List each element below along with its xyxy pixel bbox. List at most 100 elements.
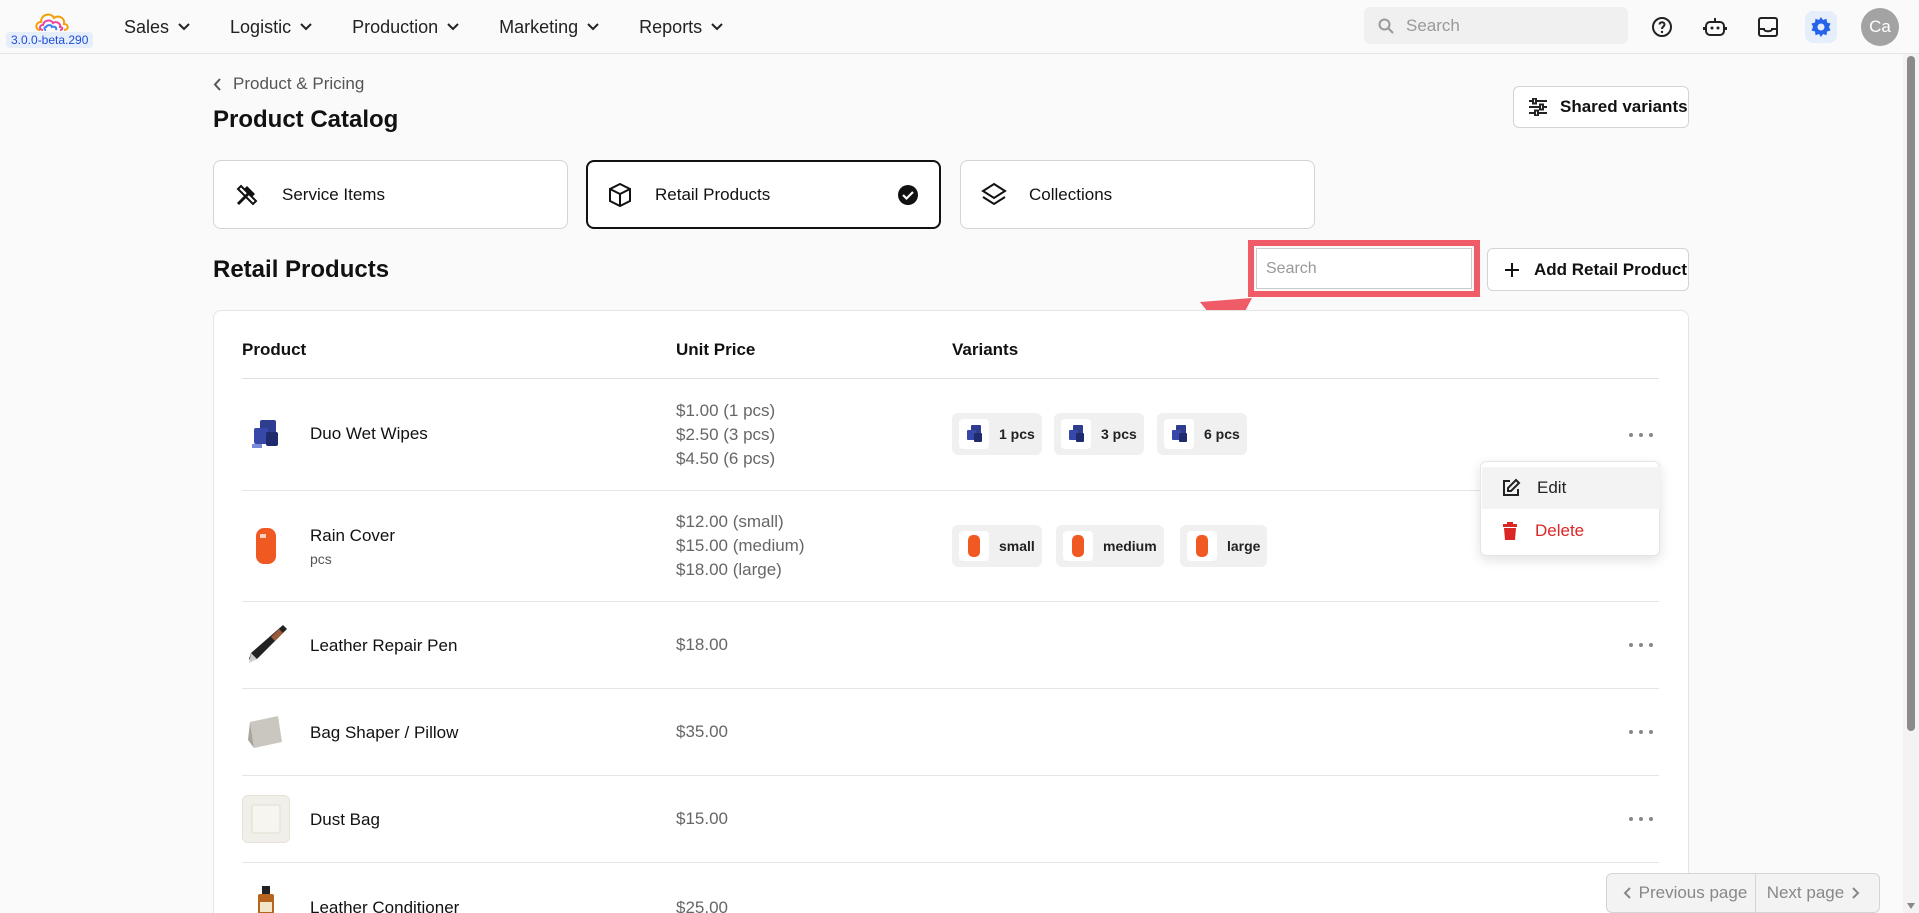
previous-page-label: Previous page	[1638, 883, 1748, 902]
price-line: $4.50 (6 pcs)	[676, 449, 776, 468]
nav-production[interactable]: Production	[352, 17, 459, 38]
dust-bag-image	[251, 804, 281, 834]
scrollbar-thumb[interactable]	[1907, 56, 1915, 731]
wet-wipes-image	[1069, 425, 1084, 442]
product-name[interactable]: Leather Conditioner	[310, 898, 459, 913]
chevron-left-icon	[1623, 887, 1631, 899]
assistant-button[interactable]	[1699, 11, 1731, 43]
delete-menu-item[interactable]: Delete	[1482, 510, 1660, 552]
category-service-items[interactable]: Service Items	[213, 160, 568, 229]
scroll-down-arrow-icon[interactable]	[1907, 903, 1915, 909]
product-name[interactable]: Leather Repair Pen	[310, 636, 457, 656]
robot-icon	[1703, 18, 1727, 36]
variant-label: small	[999, 538, 1035, 554]
help-icon	[1652, 17, 1672, 37]
rain-cover-image	[1196, 535, 1208, 557]
layers-icon	[981, 182, 1007, 205]
search-icon	[1378, 18, 1394, 34]
variant-chip[interactable]: small	[952, 525, 1042, 567]
column-header-variants: Variants	[952, 340, 1019, 359]
previous-page-button[interactable]: Previous page	[1607, 874, 1756, 912]
shared-variants-button[interactable]: Shared variants	[1513, 86, 1689, 128]
nav-marketing[interactable]: Marketing	[499, 17, 599, 38]
row-actions-button[interactable]	[1629, 813, 1653, 825]
page-scrollbar[interactable]	[1903, 54, 1919, 913]
variant-chip[interactable]: 3 pcs	[1054, 413, 1144, 455]
row-divider	[242, 490, 1659, 491]
variant-thumbnail	[1187, 531, 1217, 561]
column-header-unit-price: Unit Price	[676, 340, 756, 359]
chevron-down-icon	[447, 23, 459, 31]
product-thumbnail	[242, 708, 290, 756]
wet-wipes-image	[1172, 425, 1187, 442]
row-actions-button[interactable]	[1629, 639, 1653, 651]
user-avatar[interactable]: Ca	[1861, 8, 1899, 46]
variant-chip[interactable]: large	[1180, 525, 1268, 567]
cloud-logo-icon	[35, 13, 69, 31]
product-thumbnail	[242, 410, 290, 458]
gear-icon	[1811, 17, 1831, 37]
box-icon	[609, 182, 631, 207]
variant-thumbnail	[1061, 419, 1091, 449]
main-nav: Sales Logistic Production Marketing Repo…	[124, 0, 763, 54]
category-retail-products[interactable]: Retail Products	[586, 160, 941, 229]
nav-label: Logistic	[230, 16, 292, 37]
next-page-label: Next page	[1766, 883, 1845, 902]
nav-label: Sales	[124, 16, 170, 37]
help-button[interactable]	[1646, 11, 1678, 43]
product-thumbnail	[242, 620, 290, 668]
variant-thumbnail	[959, 419, 989, 449]
shared-variants-label: Shared variants	[1560, 97, 1688, 116]
check-circle-icon	[898, 185, 918, 205]
product-search-input[interactable]	[1256, 248, 1472, 289]
page-title: Product Catalog	[213, 106, 399, 133]
edit-menu-item[interactable]: Edit	[1482, 467, 1660, 509]
variant-chip[interactable]: 6 pcs	[1157, 413, 1247, 455]
category-collections[interactable]: Collections	[960, 160, 1315, 229]
product-name[interactable]: Dust Bag	[310, 810, 380, 830]
breadcrumb[interactable]: Product & Pricing	[213, 74, 364, 94]
product-name[interactable]: Bag Shaper / Pillow	[310, 723, 458, 743]
settings-button[interactable]	[1805, 11, 1837, 43]
header-divider	[242, 378, 1659, 379]
product-thumbnail	[242, 880, 290, 913]
add-retail-product-button[interactable]: Add Retail Product	[1487, 248, 1689, 291]
next-page-button[interactable]: Next page	[1756, 874, 1879, 912]
nav-logistic[interactable]: Logistic	[230, 17, 312, 38]
product-prices: $35.00	[676, 720, 728, 744]
product-thumbnail	[242, 795, 290, 843]
row-actions-button[interactable]	[1629, 726, 1653, 738]
chevron-down-icon	[300, 23, 312, 31]
version-badge: 3.0.0-beta.290	[6, 32, 94, 48]
nav-sales[interactable]: Sales	[124, 17, 190, 38]
row-divider	[242, 688, 1659, 689]
global-search-input[interactable]: Search	[1364, 7, 1628, 44]
nav-label: Production	[352, 16, 439, 37]
category-label: Collections	[1029, 184, 1113, 204]
app-logo[interactable]: 3.0.0-beta.290	[6, 6, 98, 50]
variant-chip[interactable]: medium	[1056, 525, 1164, 567]
product-name[interactable]: Duo Wet Wipes	[310, 424, 428, 444]
variant-label: 6 pcs	[1204, 426, 1240, 442]
products-table	[213, 310, 1689, 913]
product-name[interactable]: Rain Cover	[310, 526, 395, 546]
rain-cover-image	[256, 528, 276, 564]
repair-pen-image	[249, 625, 287, 663]
row-actions-button[interactable]	[1629, 429, 1653, 441]
variant-chip[interactable]: 1 pcs	[952, 413, 1042, 455]
product-unit: pcs	[310, 551, 332, 567]
section-title: Retail Products	[213, 256, 390, 283]
inbox-button[interactable]	[1752, 11, 1784, 43]
add-retail-product-label: Add Retail Product	[1534, 259, 1688, 279]
variant-thumbnail	[1063, 531, 1093, 561]
rain-cover-image	[1072, 535, 1084, 557]
wet-wipes-image	[967, 425, 982, 442]
price-line: $12.00 (small)	[676, 512, 784, 531]
price-line: $35.00	[676, 722, 728, 741]
product-prices: $18.00	[676, 633, 728, 657]
product-prices: $12.00 (small) $15.00 (medium) $18.00 (l…	[676, 510, 805, 582]
price-line: $2.50 (3 pcs)	[676, 425, 776, 444]
rain-cover-image	[968, 535, 980, 557]
inbox-icon	[1758, 17, 1778, 37]
nav-reports[interactable]: Reports	[639, 17, 723, 38]
